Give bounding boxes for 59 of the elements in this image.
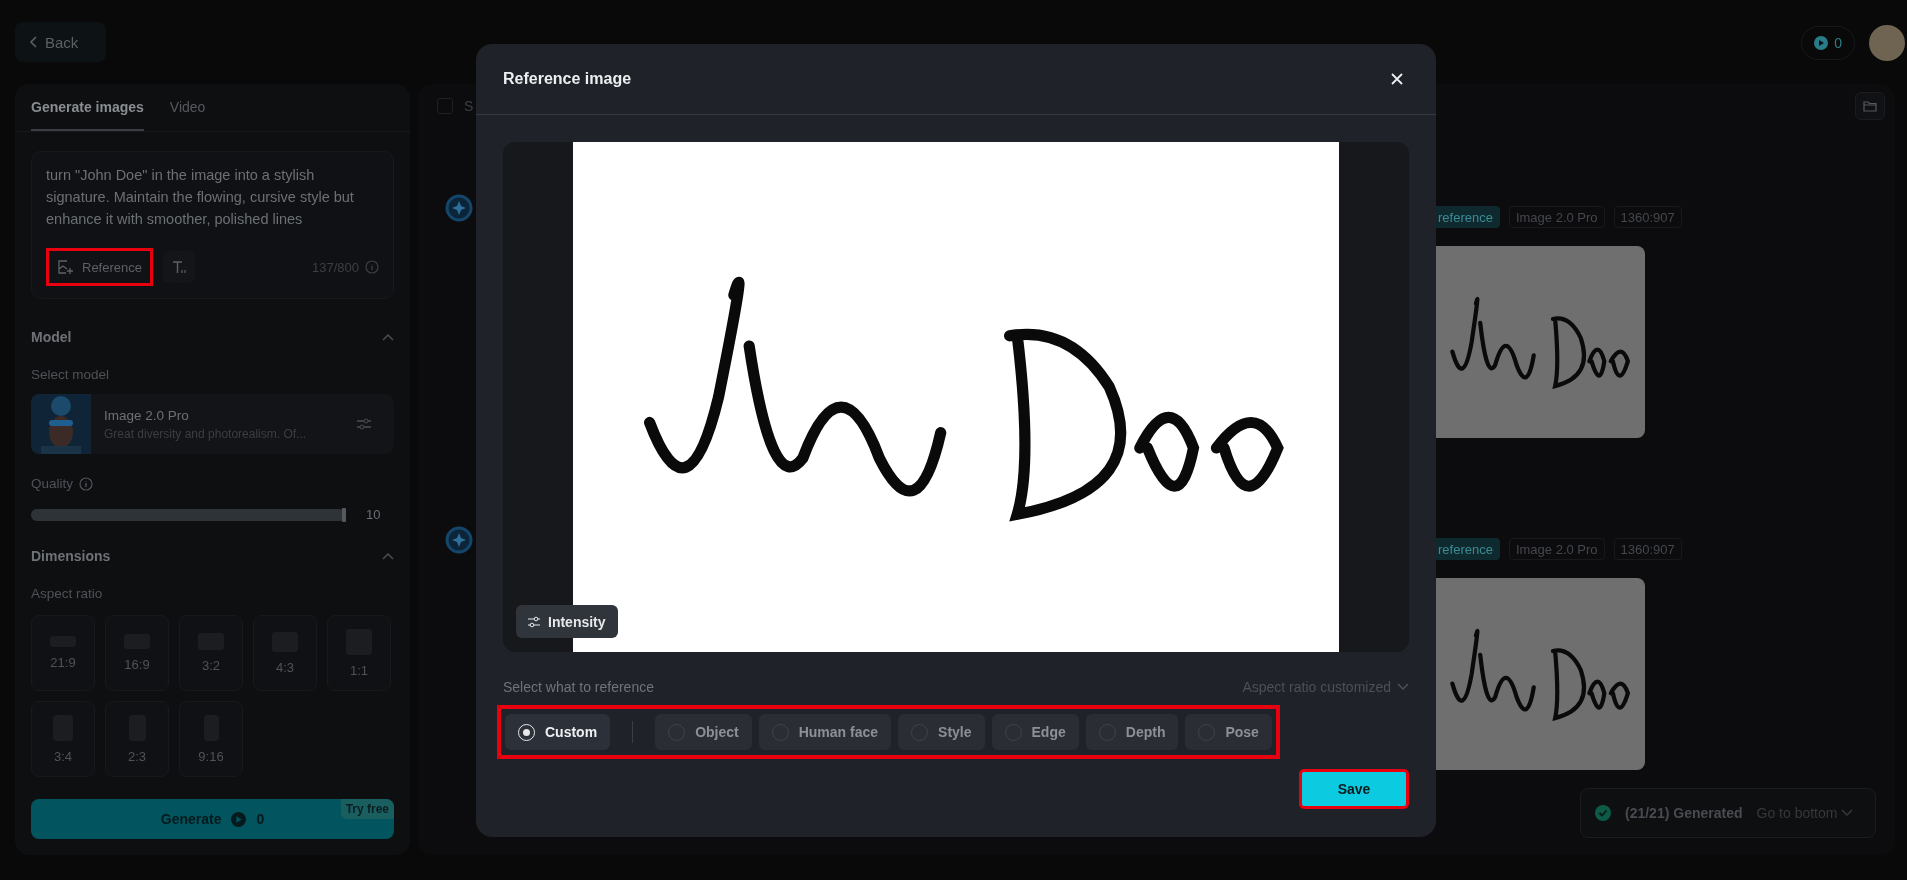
image-add-icon xyxy=(57,259,73,275)
aspect-ratio-option[interactable]: 3:2 xyxy=(179,615,243,691)
back-button[interactable]: Back xyxy=(15,22,106,62)
text-style-button[interactable] xyxy=(163,251,195,283)
close-icon xyxy=(1391,73,1403,85)
dialog-title: Reference image xyxy=(503,70,632,88)
reference-option[interactable]: Pose xyxy=(1185,714,1272,750)
reference-option[interactable]: Custom xyxy=(505,714,611,750)
result-tag: Image 2.0 Pro xyxy=(1508,538,1605,560)
result-tag: 1360:907 xyxy=(1613,538,1682,560)
aspect-ratio-option[interactable]: 2:3 xyxy=(105,701,169,777)
save-button[interactable]: Save xyxy=(1299,769,1409,809)
reference-button[interactable]: Reference xyxy=(46,248,153,286)
generate-button[interactable]: Generate 0 Try free xyxy=(31,799,394,839)
tab[interactable]: Generate images xyxy=(31,84,144,131)
quality-slider[interactable] xyxy=(31,508,346,521)
coin-icon xyxy=(1814,36,1829,50)
slider-value: 10 xyxy=(366,507,381,522)
text-icon xyxy=(171,259,187,275)
aspect-ratio-option[interactable]: 4:3 xyxy=(253,615,317,691)
section-title: Model xyxy=(31,329,72,345)
chevron-left-icon xyxy=(29,36,37,48)
model-name: Image 2.0 Pro xyxy=(104,407,190,423)
prompt-text: turn "John Doe" in the image into a stylish signature. Maintain the flowing, cursive style but enhance it with smoother, polished lines xyxy=(46,166,355,229)
coin-icon xyxy=(231,811,247,827)
check-circle-icon xyxy=(1595,805,1611,821)
aspect-ratio-option[interactable]: 1:1 xyxy=(327,615,391,691)
aspect-ratio-option[interactable]: 16:9 xyxy=(105,615,169,691)
info-icon xyxy=(365,260,379,274)
field-label: Quality xyxy=(31,476,74,491)
reference-option[interactable]: Object xyxy=(655,714,752,750)
folder-button[interactable] xyxy=(1855,92,1885,120)
result-tag: Image 2.0 Pro xyxy=(1508,206,1605,228)
reference-option[interactable]: Edge xyxy=(991,714,1079,750)
reference-option[interactable]: Human face xyxy=(758,714,892,750)
sparkle-icon xyxy=(445,526,473,554)
field-label: Select model xyxy=(31,367,111,382)
settings-icon xyxy=(356,416,372,432)
try-free-badge: Try free xyxy=(340,799,394,819)
aspect-ratio-option[interactable]: 3:4 xyxy=(31,701,95,777)
status-text: (21/21) Generated xyxy=(1625,805,1743,821)
section-label: Select what to reference xyxy=(503,679,654,695)
section-title: Dimensions xyxy=(31,548,111,564)
intensity-button[interactable]: Intensity xyxy=(516,605,618,638)
reference-option[interactable]: Style xyxy=(898,714,985,750)
chevron-down-icon xyxy=(1397,683,1409,691)
info-icon xyxy=(79,476,94,491)
aspect-ratio-option[interactable]: 21:9 xyxy=(31,615,95,691)
reference-option[interactable]: Depth xyxy=(1085,714,1179,750)
slider-thumb[interactable] xyxy=(342,507,346,522)
aspect-ratio-option[interactable]: 9:16 xyxy=(179,701,243,777)
folder-icon xyxy=(1863,100,1877,112)
tab[interactable]: Video xyxy=(169,84,206,131)
sliders-icon xyxy=(528,615,540,628)
user-avatar[interactable] xyxy=(1869,25,1905,61)
result-tag: 1360:907 xyxy=(1613,206,1682,228)
chevron-down-icon xyxy=(1841,809,1854,817)
field-label: Aspect ratio xyxy=(31,586,104,601)
sparkle-icon xyxy=(445,194,473,222)
